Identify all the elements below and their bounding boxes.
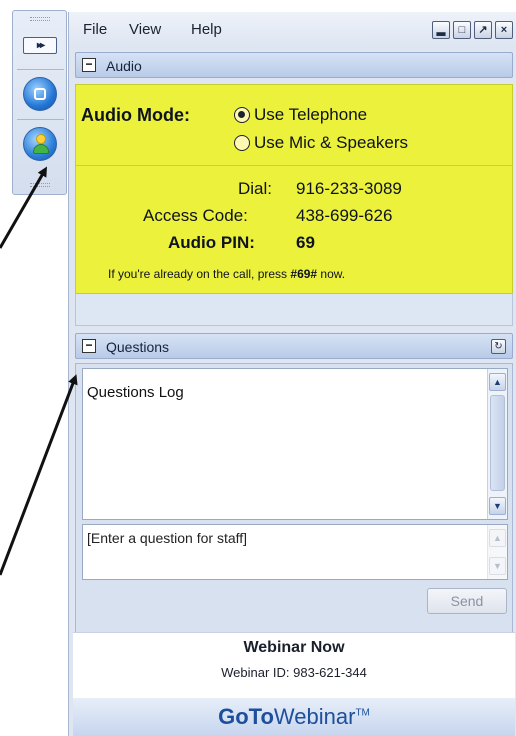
window-controls: ▂ □ ↗ × xyxy=(432,21,513,39)
audio-pin-label: Audio PIN: xyxy=(168,233,255,252)
menu-bar: File View Help ▂ □ ↗ × xyxy=(69,12,516,48)
radio-unselected-icon[interactable] xyxy=(234,135,250,151)
attendee-head-icon xyxy=(36,134,46,144)
note-prefix: If you're already on the call, press xyxy=(108,267,291,281)
question-input-placeholder: [Enter a question for staff] xyxy=(87,530,248,546)
dial-number: 916-233-3089 xyxy=(296,179,402,198)
questions-panel-body: Questions Log ▲ ▼ [Enter a question for … xyxy=(75,363,513,633)
questions-popout-button[interactable]: ↻ xyxy=(491,339,506,354)
audio-divider xyxy=(76,165,512,166)
dock-grip-bottom[interactable] xyxy=(30,183,50,187)
access-code-label: Access Code: xyxy=(143,206,248,225)
audio-pin-value: 69 xyxy=(296,233,315,252)
brand-bar: GoToWebinarTM xyxy=(73,698,515,736)
scroll-up-arrow-icon[interactable]: ▲ xyxy=(489,529,506,547)
scroll-down-arrow-icon[interactable]: ▼ xyxy=(489,557,506,575)
radio-label-mic-speakers: Use Mic & Speakers xyxy=(254,133,408,152)
menu-file[interactable]: File xyxy=(83,21,107,38)
radio-use-telephone[interactable]: Use Telephone xyxy=(234,105,367,125)
radio-label-telephone: Use Telephone xyxy=(254,105,368,124)
scroll-down-arrow-icon[interactable]: ▼ xyxy=(489,497,506,515)
raise-hand-button[interactable] xyxy=(23,127,57,161)
note-code: #69# xyxy=(290,267,318,281)
screen-sharing-button[interactable] xyxy=(23,77,57,111)
note-suffix: now. xyxy=(317,267,346,281)
audio-panel-title: Audio xyxy=(106,58,142,74)
already-on-call-note: If you're already on the call, press #69… xyxy=(108,267,345,281)
questions-panel-header: − Questions ↻ xyxy=(75,333,513,359)
radio-use-mic-speakers[interactable]: Use Mic & Speakers xyxy=(234,133,408,153)
screen-icon xyxy=(34,88,46,100)
dock-grip-top[interactable] xyxy=(30,17,50,21)
gotowebinar-logo: GoToWebinarTM xyxy=(73,704,515,730)
question-input-scrollbar[interactable]: ▲ ▼ xyxy=(487,525,507,579)
webinar-id: Webinar ID: 983-621-344 xyxy=(221,665,367,680)
questions-collapse-button[interactable]: − xyxy=(82,339,96,353)
scroll-up-arrow-icon[interactable]: ▲ xyxy=(489,373,506,391)
scroll-thumb[interactable] xyxy=(490,395,505,491)
menu-help[interactable]: Help xyxy=(191,21,222,38)
questions-log-scrollbar[interactable]: ▲ ▼ xyxy=(487,369,507,519)
audio-mode-label: Audio Mode: xyxy=(81,105,190,125)
audio-collapse-button[interactable]: − xyxy=(82,58,96,72)
close-button[interactable]: × xyxy=(495,21,513,39)
expand-dock-button[interactable]: ▸▸ xyxy=(23,37,57,54)
menu-view[interactable]: View xyxy=(129,21,161,38)
audio-panel-body: Audio Mode: Use Telephone Use Mic & Spea… xyxy=(75,84,513,294)
access-code-value: 438-699-626 xyxy=(296,206,393,225)
minimize-button[interactable]: ▂ xyxy=(432,21,450,39)
logo-goto: GoTo xyxy=(218,704,274,729)
dial-label: Dial: xyxy=(238,179,273,198)
webinar-info: Webinar Now Webinar ID: 983-621-344 xyxy=(73,632,515,698)
question-input[interactable]: [Enter a question for staff] ▲ ▼ xyxy=(82,524,508,580)
logo-webinar: Webinar xyxy=(273,704,356,729)
dock-divider xyxy=(17,69,64,70)
questions-log-label: Questions Log xyxy=(87,384,184,401)
restore-button[interactable]: □ xyxy=(453,21,471,39)
popout-button[interactable]: ↗ xyxy=(474,21,492,39)
audio-panel-footer xyxy=(75,294,513,326)
control-dock: ▸▸ xyxy=(12,10,67,195)
questions-log: Questions Log ▲ ▼ xyxy=(82,368,508,520)
attendee-body-icon xyxy=(33,144,49,154)
control-panel-window: File View Help ▂ □ ↗ × − Audio Audio Mod… xyxy=(68,12,516,736)
questions-panel-title: Questions xyxy=(106,339,170,355)
webinar-title: Webinar Now xyxy=(243,639,345,656)
send-button[interactable]: Send xyxy=(427,588,507,614)
radio-selected-icon[interactable] xyxy=(234,107,250,123)
arrow-to-questions-log xyxy=(0,374,78,576)
dock-divider xyxy=(17,119,64,120)
audio-panel-header: − Audio xyxy=(75,52,513,78)
logo-trademark: TM xyxy=(355,707,370,719)
